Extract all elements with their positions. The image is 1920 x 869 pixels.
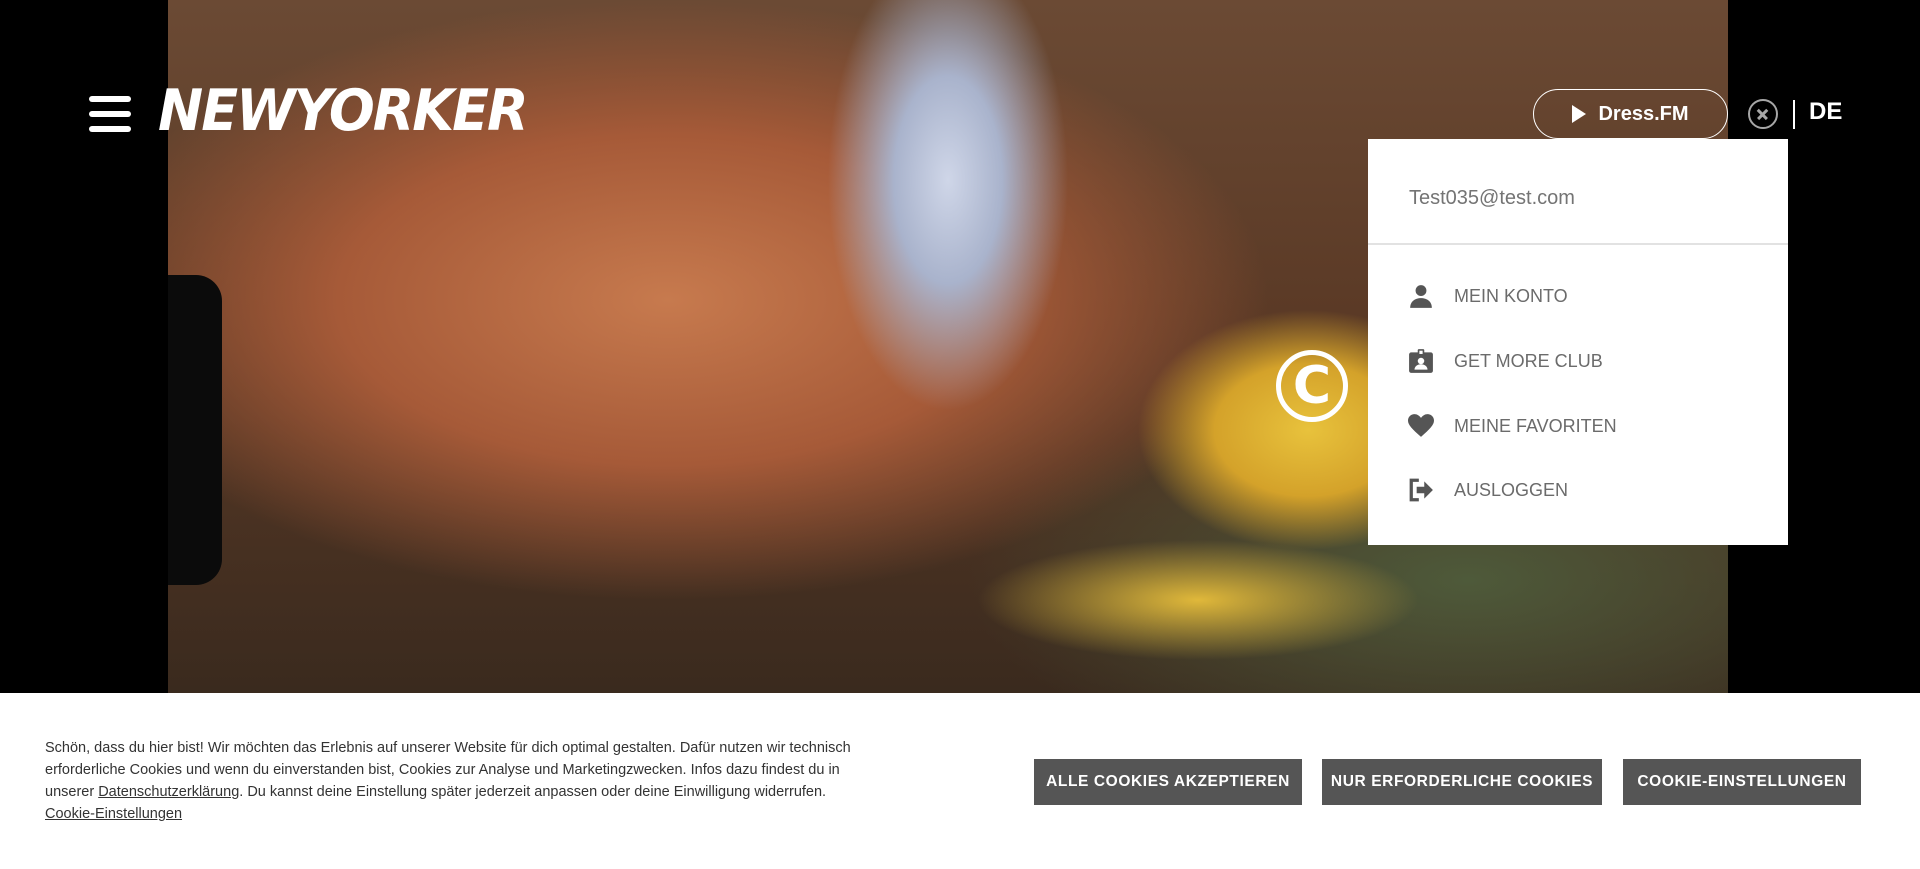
accept-all-cookies-button[interactable]: ALLE COOKIES AKZEPTIEREN (1034, 759, 1302, 805)
heart-icon (1408, 414, 1434, 437)
cookie-settings-link[interactable]: Cookie-Einstellungen (45, 806, 182, 822)
cookie-banner: Schön, dass du hier bist! Wir möchten da… (0, 693, 1920, 869)
copyright-icon: C (1276, 350, 1348, 422)
member-card-icon (1409, 349, 1433, 373)
newyorker-logo[interactable]: NEWYORKER (158, 74, 529, 148)
account-dropdown: Test035@test.com MEIN KONTO GET MORE CLU… (1368, 139, 1788, 545)
hamburger-menu-icon[interactable] (89, 96, 131, 132)
privacy-policy-link[interactable]: Datenschutzerklärung (98, 784, 239, 800)
menu-item-label: MEINE FAVORITEN (1454, 415, 1617, 436)
hero-video-edge (168, 275, 222, 585)
cookie-text: Schön, dass du hier bist! Wir möchten da… (45, 737, 865, 825)
language-switcher[interactable]: DE (1809, 98, 1842, 126)
menu-item-meine-favoriten[interactable]: MEINE FAVORITEN (1408, 413, 1617, 439)
person-icon (1410, 285, 1432, 308)
menu-item-label: AUSLOGGEN (1454, 479, 1569, 500)
header-divider (1793, 100, 1795, 129)
cookie-settings-button[interactable]: COOKIE-EINSTELLUNGEN (1623, 759, 1861, 805)
menu-item-mein-konto[interactable]: MEIN KONTO (1408, 283, 1568, 309)
account-email: Test035@test.com (1409, 187, 1575, 209)
play-icon (1572, 105, 1587, 123)
menu-item-label: MEIN KONTO (1454, 285, 1568, 306)
menu-item-label: GET MORE CLUB (1454, 350, 1603, 371)
dressfm-button[interactable]: Dress.FM (1533, 89, 1728, 139)
dressfm-label: Dress.FM (1598, 102, 1689, 125)
close-icon[interactable] (1748, 99, 1778, 129)
menu-item-get-more-club[interactable]: GET MORE CLUB (1408, 348, 1603, 374)
menu-item-ausloggen[interactable]: AUSLOGGEN (1408, 477, 1568, 503)
cookie-text-part: . Du kannst deine Einstellung später jed… (239, 784, 827, 800)
logout-icon (1409, 478, 1433, 502)
dropdown-divider (1368, 243, 1788, 245)
only-required-cookies-button[interactable]: NUR ERFORDERLICHE COOKIES (1322, 759, 1602, 805)
